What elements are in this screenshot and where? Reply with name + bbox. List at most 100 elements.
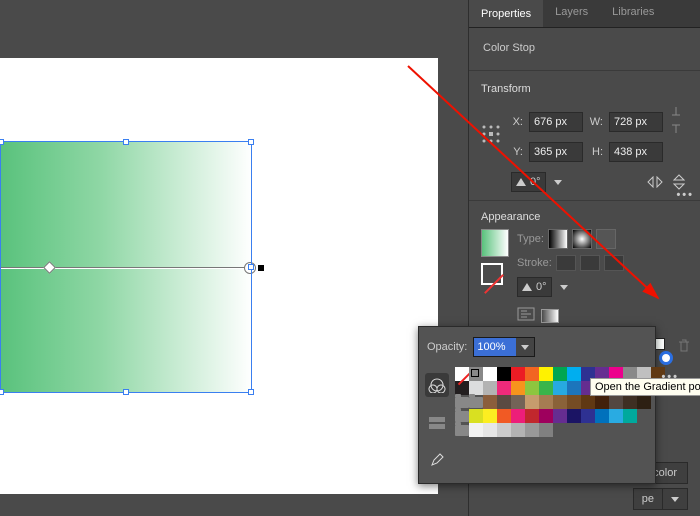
- swatch[interactable]: [497, 381, 511, 395]
- swatch[interactable]: [525, 409, 539, 423]
- gradient-angle-input[interactable]: 0°: [517, 277, 552, 297]
- swatches-mode-icon[interactable]: [425, 373, 449, 397]
- swatch-folder[interactable]: [469, 395, 483, 409]
- swatch-folder[interactable]: [455, 395, 469, 409]
- gradient-type-freeform-button[interactable]: [596, 229, 616, 249]
- swatch[interactable]: [623, 395, 637, 409]
- swatch[interactable]: [595, 395, 609, 409]
- stroke-in-button[interactable]: [556, 255, 576, 271]
- swatch[interactable]: [539, 423, 553, 437]
- swatch[interactable]: [525, 395, 539, 409]
- swatch[interactable]: [497, 409, 511, 423]
- resize-handle-nw[interactable]: [0, 139, 4, 145]
- gradient-annotator-cap[interactable]: [258, 265, 264, 271]
- resize-handle-se[interactable]: [248, 389, 254, 395]
- resize-handle-ne[interactable]: [248, 139, 254, 145]
- swatch[interactable]: [469, 409, 483, 423]
- aspect-ratio-icon[interactable]: [541, 309, 559, 323]
- swatch[interactable]: [469, 381, 483, 395]
- swatch[interactable]: [511, 423, 525, 437]
- y-label: Y:: [509, 146, 523, 158]
- swatch[interactable]: [553, 381, 567, 395]
- swatch[interactable]: [553, 367, 567, 381]
- swatch[interactable]: [525, 381, 539, 395]
- w-input[interactable]: [609, 112, 663, 132]
- swatch[interactable]: [483, 381, 497, 395]
- swatch[interactable]: [581, 395, 595, 409]
- swatch[interactable]: [553, 409, 567, 423]
- color-mixer-mode-icon[interactable]: [425, 411, 449, 435]
- swatch-none[interactable]: [455, 367, 469, 381]
- fill-swatch[interactable]: [481, 229, 509, 257]
- reverse-gradient-icon[interactable]: [517, 307, 535, 324]
- gradient-type-radial-button[interactable]: [572, 229, 592, 249]
- tab-layers[interactable]: Layers: [543, 0, 600, 27]
- swatch-folder[interactable]: [455, 423, 469, 437]
- swatch[interactable]: [483, 367, 497, 381]
- tab-libraries[interactable]: Libraries: [600, 0, 666, 27]
- selection-type-label: Color Stop: [483, 42, 688, 54]
- swatch[interactable]: [539, 409, 553, 423]
- swatch[interactable]: [595, 409, 609, 423]
- stroke-along-button[interactable]: [580, 255, 600, 271]
- swatch-row: [455, 409, 665, 423]
- swatch-folder[interactable]: [455, 409, 469, 423]
- constrain-proportions-icon[interactable]: [669, 105, 691, 138]
- swatch[interactable]: [511, 395, 525, 409]
- delete-stop-icon[interactable]: [677, 338, 693, 354]
- h-input[interactable]: [609, 142, 663, 162]
- swatch[interactable]: [553, 395, 567, 409]
- swatch[interactable]: [483, 423, 497, 437]
- eyedropper-icon[interactable]: [425, 449, 449, 473]
- type-label: Type:: [517, 233, 544, 245]
- swatch[interactable]: [567, 409, 581, 423]
- swatch[interactable]: [567, 395, 581, 409]
- stroke-across-button[interactable]: [604, 255, 624, 271]
- x-input[interactable]: [529, 112, 583, 132]
- y-input[interactable]: [529, 142, 583, 162]
- swatch[interactable]: [525, 423, 539, 437]
- swatch[interactable]: [567, 381, 581, 395]
- swatch[interactable]: [497, 395, 511, 409]
- swatch[interactable]: [511, 367, 525, 381]
- swatch[interactable]: [497, 367, 511, 381]
- swatch[interactable]: [567, 367, 581, 381]
- swatch[interactable]: [637, 395, 651, 409]
- swatch[interactable]: [525, 367, 539, 381]
- rotation-input[interactable]: 0°: [511, 172, 546, 192]
- resize-handle-s[interactable]: [123, 389, 129, 395]
- swatch[interactable]: [483, 395, 497, 409]
- gradient-angle-dropdown[interactable]: [558, 277, 570, 297]
- pe-button-fragment[interactable]: pe: [633, 488, 663, 510]
- swatch[interactable]: [469, 423, 483, 437]
- tooltip: Open the Gradient popup: [590, 378, 700, 396]
- tab-properties[interactable]: Properties: [469, 0, 543, 27]
- opacity-input[interactable]: [474, 338, 516, 356]
- swatch[interactable]: [497, 423, 511, 437]
- swatch[interactable]: [581, 409, 595, 423]
- pe-dropdown[interactable]: [663, 488, 688, 510]
- resize-handle-n[interactable]: [123, 139, 129, 145]
- reference-point-icon[interactable]: [481, 122, 501, 146]
- resize-handle-e[interactable]: [248, 264, 254, 270]
- gradient-type-linear-button[interactable]: [548, 229, 568, 249]
- gradient-swatch-popup: Opacity:: [418, 326, 656, 484]
- gradient-stop-right[interactable]: [659, 351, 673, 365]
- swatch[interactable]: [539, 367, 553, 381]
- popup-tool-column: [425, 367, 449, 473]
- swatch[interactable]: [483, 409, 497, 423]
- swatch-registration[interactable]: [469, 367, 483, 381]
- canvas-area[interactable]: [0, 0, 468, 516]
- swatch[interactable]: [609, 409, 623, 423]
- swatch[interactable]: [539, 381, 553, 395]
- resize-handle-sw[interactable]: [0, 389, 4, 395]
- swatch[interactable]: [511, 381, 525, 395]
- swatch[interactable]: [623, 409, 637, 423]
- swatch[interactable]: [539, 395, 553, 409]
- flip-horizontal-icon[interactable]: [646, 173, 664, 191]
- rotation-dropdown[interactable]: [552, 172, 564, 192]
- opacity-dropdown[interactable]: [516, 338, 534, 356]
- swatch[interactable]: [511, 409, 525, 423]
- stroke-swatch[interactable]: [481, 263, 503, 285]
- swatch[interactable]: [609, 395, 623, 409]
